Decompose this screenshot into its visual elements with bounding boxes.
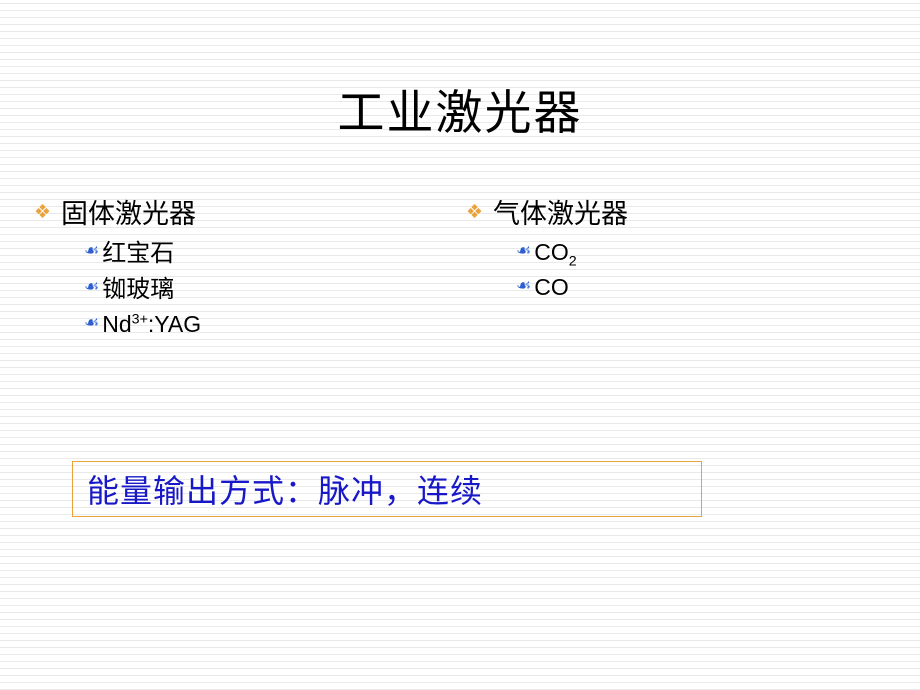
list-item-label: 铷玻璃 <box>102 274 175 303</box>
heading-label-solid-state: 固体激光器 <box>61 199 197 230</box>
subscript-count: 2 <box>568 253 577 270</box>
list-item-label-co: CO <box>534 273 569 300</box>
leaf-bullet-icon: ☙ <box>84 276 100 297</box>
list-item-label: 红宝石 <box>102 238 175 267</box>
slide-canvas: 工业激光器 ❖ 固体激光器 ☙ 红宝石 ☙ 铷玻璃 ☙ Nd3+:YAG ❖ 气… <box>0 0 920 690</box>
leaf-bullet-icon: ☙ <box>516 275 532 296</box>
leaf-bullet-icon: ☙ <box>84 313 100 334</box>
list-item: ☙ 铷玻璃 <box>84 274 454 305</box>
list-item: ☙ 红宝石 <box>84 238 454 269</box>
superscript-charge: 3+ <box>131 311 148 328</box>
list-item-heading-solid-state: ❖ 固体激光器 <box>34 198 454 232</box>
list-item-label-nd-yag: Nd3+:YAG <box>102 311 202 338</box>
page-title: 工业激光器 <box>337 86 583 141</box>
content-column-solid-state: ❖ 固体激光器 ☙ 红宝石 ☙ 铷玻璃 ☙ Nd3+:YAG <box>34 198 454 345</box>
heading-label-gas: 气体激光器 <box>493 199 629 230</box>
content-column-gas: ❖ 气体激光器 ☙ CO2 ☙ CO <box>466 198 886 308</box>
leaf-bullet-icon: ☙ <box>84 240 100 261</box>
list-item: ☙ CO <box>516 273 886 303</box>
diamond-bullet-icon: ❖ <box>34 201 52 223</box>
callout-text: 能量输出方式：脉冲，连续 <box>87 472 484 510</box>
list-item-heading-gas: ❖ 气体激光器 <box>466 198 886 232</box>
list-item-label-co2: CO2 <box>534 238 577 270</box>
callout-box: 能量输出方式：脉冲，连续 <box>72 461 702 517</box>
list-item: ☙ Nd3+:YAG <box>84 310 454 340</box>
diamond-bullet-icon: ❖ <box>466 201 484 223</box>
list-item: ☙ CO2 <box>516 238 886 270</box>
leaf-bullet-icon: ☙ <box>516 240 532 261</box>
